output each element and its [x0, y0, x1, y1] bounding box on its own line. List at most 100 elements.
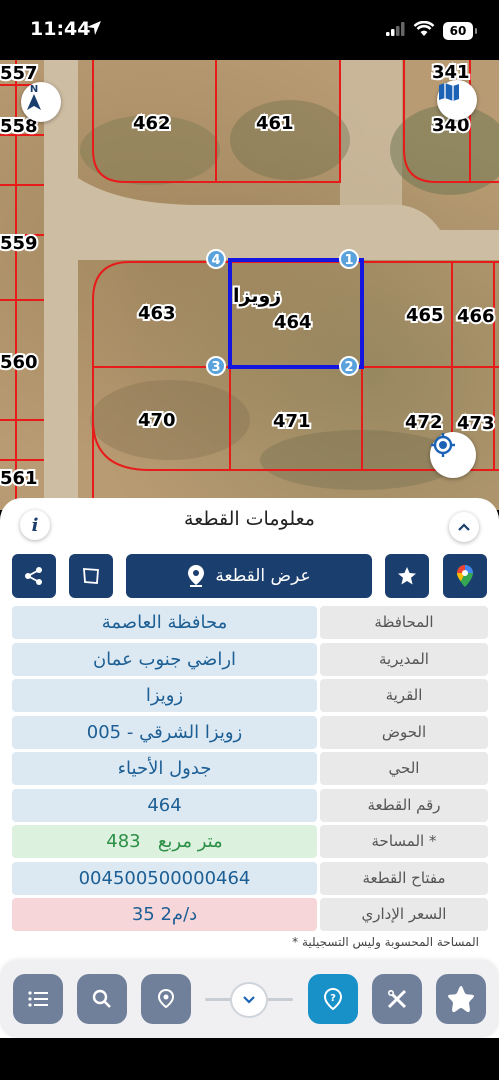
compass-north-icon: N	[27, 84, 41, 110]
parcel-label: 557	[0, 63, 38, 84]
battery-indicator: 60	[443, 22, 477, 40]
detail-value: محافظة العاصمة	[12, 606, 317, 639]
vertex-marker-3: 3	[206, 356, 226, 376]
measure-tools-button[interactable]	[372, 974, 422, 1024]
bottom-navigation: ?	[0, 960, 499, 1080]
vertex-marker-4: 4	[206, 249, 226, 269]
share-icon	[25, 567, 42, 585]
parcel-label: 472	[405, 412, 443, 433]
parcel-label: 473	[457, 413, 495, 434]
list-icon	[28, 991, 48, 1007]
location-pin-icon	[188, 565, 205, 587]
location-pin-icon	[157, 988, 175, 1009]
google-maps-icon	[457, 565, 473, 587]
wifi-icon	[413, 21, 435, 36]
detail-row-directorate: اراضي جنوب عمان المديرية	[12, 642, 488, 676]
collapse-panel-button[interactable]	[449, 512, 479, 542]
expand-toggle-button[interactable]	[230, 982, 268, 1018]
detail-value: 004500500000464	[12, 861, 317, 895]
detail-row-governorate: محافظة العاصمة المحافظة	[12, 606, 488, 639]
map-icon	[439, 83, 459, 101]
svg-text:N: N	[30, 84, 38, 95]
draw-polygon-button[interactable]	[69, 554, 113, 598]
detail-key: القرية	[320, 679, 488, 712]
search-icon	[92, 989, 111, 1008]
detail-value: زويزا الشرقي - 005	[12, 715, 317, 749]
favorite-button[interactable]	[385, 554, 429, 598]
detail-key: السعر الإداري	[320, 898, 488, 931]
village-label: زويزا	[233, 285, 281, 307]
vertex-label: 3	[211, 360, 220, 375]
parcel-label: 465	[406, 305, 444, 326]
detail-key: الحي	[320, 752, 488, 785]
detail-value: 35 د/م2	[12, 898, 317, 931]
detail-row-parcel-number: 464 رقم القطعة	[12, 788, 488, 822]
detail-value: اراضي جنوب عمان	[12, 642, 317, 676]
detail-value: جدول الأحياء	[12, 752, 317, 785]
home-indicator-area	[0, 1038, 499, 1080]
area-footnote: * المساحة المحسوبة وليس التسجيلية	[292, 935, 479, 949]
nav-bar: ?	[0, 960, 499, 1038]
parcel-label: 559	[0, 233, 38, 254]
detail-value: 464	[12, 788, 317, 822]
my-location-button[interactable]	[430, 432, 476, 478]
status-time: 11:44	[30, 18, 91, 40]
map-canvas[interactable]: 557 558 559 560 561 462 461 463 464 465 …	[0, 60, 499, 510]
star-icon	[398, 567, 416, 585]
svg-text:?: ?	[330, 993, 336, 1004]
vertex-label: 1	[344, 253, 353, 268]
chevron-down-icon	[243, 996, 255, 1004]
parcel-label: 470	[138, 410, 176, 431]
chevron-up-icon	[458, 523, 470, 531]
parcel-label: 561	[0, 468, 38, 489]
list-button[interactable]	[13, 974, 63, 1024]
google-maps-button[interactable]	[443, 554, 487, 598]
favorites-button[interactable]	[436, 974, 486, 1024]
location-arrow-icon	[87, 21, 101, 35]
measure-icon	[387, 989, 407, 1009]
show-parcel-label: عرض القطعة	[215, 566, 311, 586]
detail-key: مفتاح القطعة	[320, 861, 488, 895]
location-search-button[interactable]	[141, 974, 191, 1024]
help-pin-icon: ?	[323, 987, 343, 1011]
parcel-label: 461	[256, 113, 294, 134]
detail-value: 483 متر مربع	[12, 825, 317, 858]
crosshair-icon	[431, 433, 455, 457]
show-parcel-button[interactable]: عرض القطعة	[126, 554, 372, 598]
detail-key: المساحة *	[320, 825, 488, 858]
detail-row-parcel-key: 004500500000464 مفتاح القطعة	[12, 861, 488, 895]
parcel-label: 560	[0, 352, 38, 373]
map-layers-button[interactable]	[437, 80, 477, 120]
detail-key: رقم القطعة	[320, 788, 488, 822]
vertex-label: 2	[344, 360, 353, 375]
detail-row-neighborhood: جدول الأحياء الحي	[12, 752, 488, 785]
help-location-button[interactable]: ?	[308, 974, 358, 1024]
panel-toolbar: عرض القطعة	[0, 554, 499, 598]
vertex-marker-2: 2	[339, 356, 359, 376]
detail-row-basin: زويزا الشرقي - 005 الحوض	[12, 715, 488, 749]
search-button[interactable]	[77, 974, 127, 1024]
detail-value: زويزا	[12, 679, 317, 712]
detail-row-area: 483 متر مربع المساحة *	[12, 825, 488, 858]
status-bar: 11:44 60	[0, 0, 499, 60]
compass-north-button[interactable]: N	[21, 82, 61, 122]
detail-key: المحافظة	[320, 606, 488, 639]
detail-row-admin-price: 35 د/م2 السعر الإداري	[12, 898, 488, 931]
parcel-label: 466	[457, 306, 495, 327]
parcel-info-panel: i معلومات القطعة عرض القطعة محافظة العاص…	[0, 498, 499, 960]
parcel-label: 462	[133, 113, 171, 134]
detail-key: المديرية	[320, 642, 488, 676]
panel-title: معلومات القطعة	[184, 508, 315, 530]
detail-row-village: زويزا القرية	[12, 679, 488, 712]
parcel-label: 464	[274, 312, 312, 333]
parcel-label: 463	[138, 303, 176, 324]
vertex-label: 4	[211, 253, 220, 268]
polygon-icon	[83, 568, 99, 584]
star-icon	[448, 986, 474, 1013]
cellular-signal-icon	[386, 22, 405, 36]
detail-key: الحوض	[320, 715, 488, 749]
share-button[interactable]	[12, 554, 56, 598]
parcel-map[interactable]: 557 558 559 560 561 462 461 463 464 465 …	[0, 60, 499, 510]
parcel-label: 471	[273, 411, 311, 432]
vertex-marker-1: 1	[339, 249, 359, 269]
